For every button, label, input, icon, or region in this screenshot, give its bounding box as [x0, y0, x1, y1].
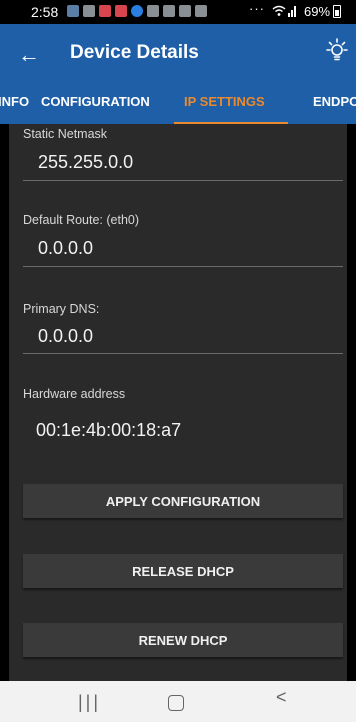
notification-icon	[195, 5, 207, 17]
home-icon[interactable]	[168, 695, 184, 711]
static-netmask-label: Static Netmask	[23, 127, 108, 141]
renew-dhcp-button[interactable]: RENEW DHCP	[23, 623, 343, 657]
battery-indicator: 69%	[304, 4, 342, 19]
notification-icon	[179, 5, 191, 17]
release-dhcp-button[interactable]: RELEASE DHCP	[23, 554, 343, 588]
battery-percent: 69%	[304, 4, 331, 19]
notification-icon	[147, 5, 159, 17]
primary-dns-label: Primary DNS:	[23, 302, 100, 316]
recent-apps-icon[interactable]: |||	[78, 692, 101, 713]
status-time: 2:58	[31, 4, 59, 20]
system-nav-bar: ||| <	[0, 681, 356, 722]
page-title: Device Details	[70, 42, 199, 63]
wifi-signal-icon	[272, 4, 298, 20]
field-underline	[23, 353, 343, 354]
tab-endpoints[interactable]: ENDPOIN	[313, 94, 356, 109]
back-arrow-icon[interactable]: ←	[18, 42, 40, 68]
tab-configuration[interactable]: CONFIGURATION	[41, 94, 150, 109]
default-route-field[interactable]: 0.0.0.0	[38, 238, 93, 259]
battery-icon	[333, 5, 342, 18]
field-underline	[23, 180, 343, 181]
nav-back-icon[interactable]: <	[276, 687, 287, 708]
default-route-label: Default Route: (eth0)	[23, 213, 140, 227]
status-bar: 2:58 ··· 69%	[0, 0, 356, 24]
primary-dns-field[interactable]: 0.0.0.0	[38, 326, 93, 347]
ip-settings-panel: Static Netmask 255.255.0.0 Default Route…	[9, 124, 347, 681]
wifi-signal-svg	[272, 5, 296, 17]
notification-icon	[163, 5, 175, 17]
tab-ip-settings[interactable]: IP SETTINGS	[184, 94, 265, 109]
notification-icon	[99, 5, 111, 17]
tab-info[interactable]: INFO	[0, 94, 29, 109]
notification-icon	[131, 5, 143, 17]
notification-icon	[67, 5, 79, 17]
field-underline	[23, 266, 343, 267]
lightbulb-icon[interactable]	[322, 36, 352, 66]
static-netmask-field[interactable]: 255.255.0.0	[38, 152, 133, 173]
notification-icons	[67, 5, 207, 17]
notification-icon	[83, 5, 95, 17]
app-bar: ← Device Details	[0, 24, 356, 86]
overflow-dots-icon: ···	[249, 1, 265, 16]
hardware-address-value: 00:1e:4b:00:18:a7	[36, 420, 182, 440]
apply-configuration-button[interactable]: APPLY CONFIGURATION	[23, 484, 343, 518]
notification-icon	[115, 5, 127, 17]
hardware-address-label: Hardware address	[23, 387, 126, 401]
tab-bar: INFO CONFIGURATION IP SETTINGS ENDPOIN	[0, 86, 356, 125]
lightbulb-svg	[326, 38, 348, 61]
